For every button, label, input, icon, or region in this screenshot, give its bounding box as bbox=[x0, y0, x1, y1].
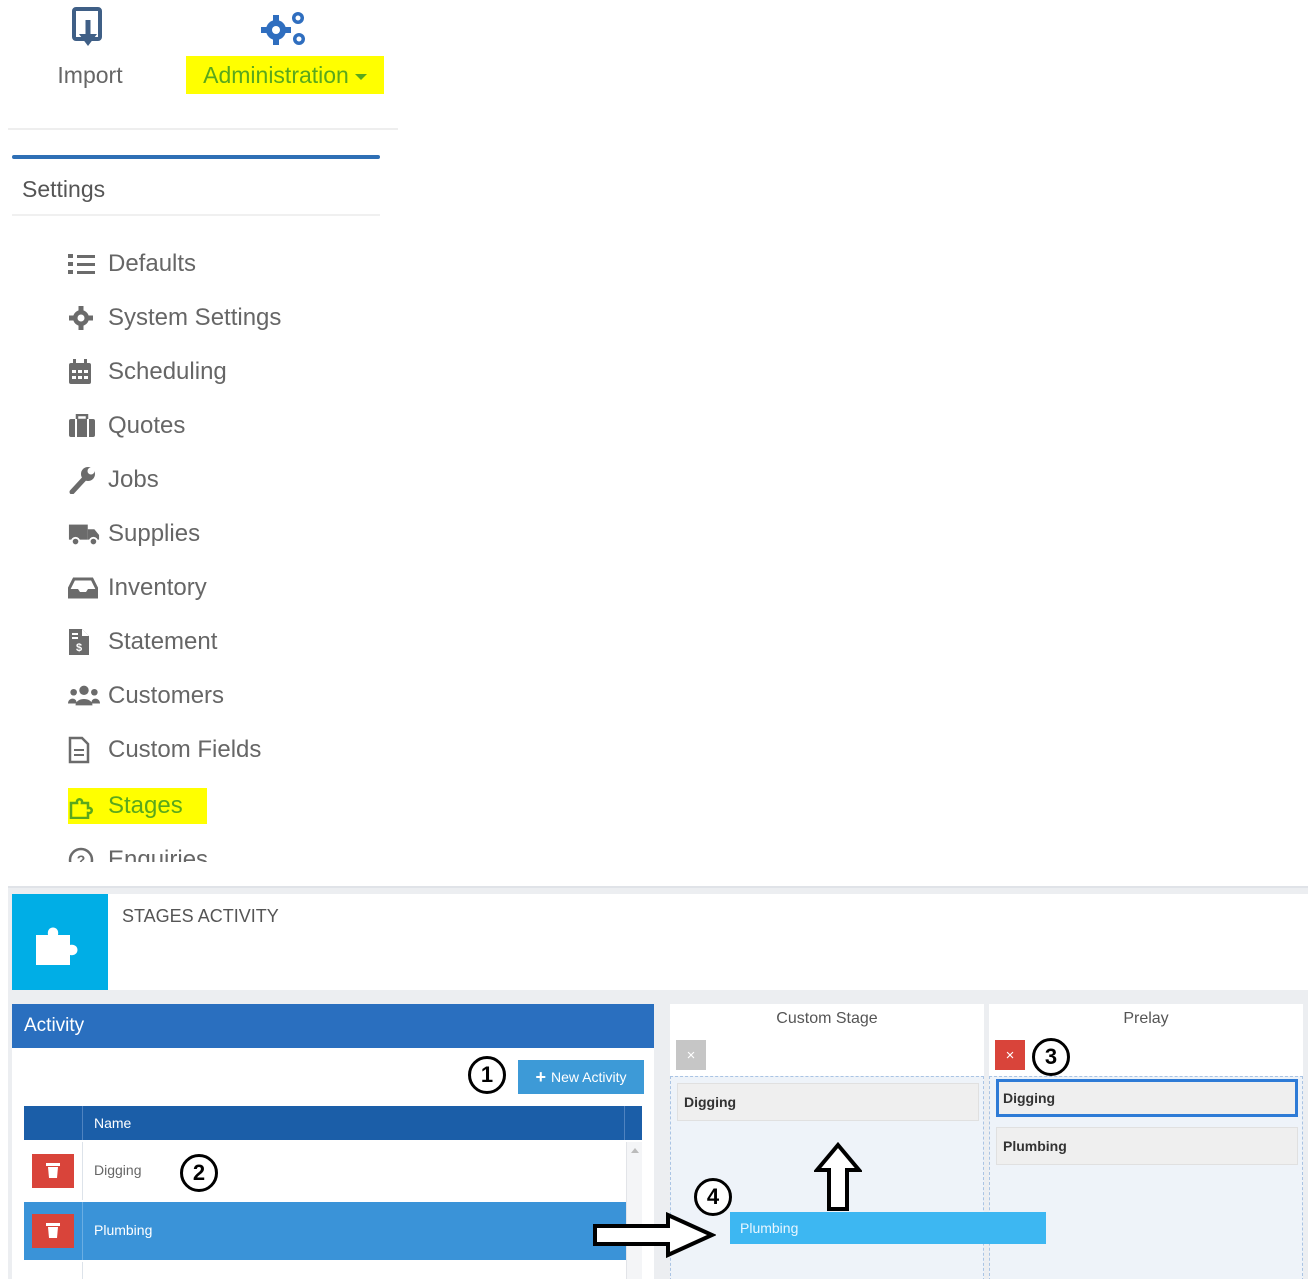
wrench-icon bbox=[68, 466, 100, 494]
caret-down-icon bbox=[354, 73, 367, 80]
calendar-icon bbox=[68, 358, 100, 386]
remove-stage-button[interactable]: × bbox=[676, 1040, 706, 1070]
menu-item-label: Statement bbox=[108, 628, 218, 655]
stage-activity-chip-selected[interactable]: Digging bbox=[996, 1079, 1298, 1117]
svg-text:$: $ bbox=[76, 642, 82, 654]
list-check-icon bbox=[68, 250, 100, 278]
administration-label[interactable]: Administration bbox=[186, 56, 384, 94]
inbox-icon bbox=[68, 574, 100, 602]
menu-item-enquiries[interactable]: ? Enquiries bbox=[68, 840, 208, 862]
vertical-scrollbar[interactable] bbox=[626, 1142, 642, 1279]
menu-item-label: Scheduling bbox=[108, 358, 227, 385]
question-circle-icon: ? bbox=[68, 846, 100, 862]
truck-icon bbox=[68, 520, 100, 548]
delete-button[interactable] bbox=[32, 1214, 74, 1248]
file-icon bbox=[68, 736, 100, 764]
stage-column-title: Custom Stage bbox=[670, 1004, 984, 1034]
menu-item-label: Quotes bbox=[108, 412, 186, 439]
gear-icon bbox=[68, 304, 100, 332]
drag-ghost-item[interactable]: Plumbing bbox=[730, 1212, 1046, 1244]
menu-item-label: Defaults bbox=[108, 250, 197, 277]
puzzle-icon bbox=[12, 894, 108, 990]
divider bbox=[12, 214, 380, 216]
remove-stage-button[interactable]: × bbox=[995, 1040, 1025, 1070]
menu-item-statement[interactable]: $ Statement bbox=[68, 622, 217, 662]
menu-item-stages[interactable]: Stages bbox=[68, 788, 207, 824]
stage-toolbar: × bbox=[670, 1034, 984, 1076]
menu-item-supplies[interactable]: Supplies bbox=[68, 514, 200, 554]
activity-heading: Activity bbox=[12, 1004, 654, 1048]
settings-title: Settings bbox=[22, 176, 106, 202]
menu-item-label: Stages bbox=[108, 792, 183, 819]
table-row-selected[interactable]: Plumbing bbox=[24, 1202, 626, 1260]
menu-item-label: Jobs bbox=[108, 466, 159, 493]
page-header: STAGES ACTIVITY bbox=[12, 894, 1308, 990]
trash-icon bbox=[46, 1162, 60, 1181]
annotation-marker-1: 1 bbox=[468, 1056, 506, 1094]
menu-item-scheduling[interactable]: Scheduling bbox=[68, 352, 227, 392]
administration-menu[interactable]: Administration bbox=[186, 6, 384, 94]
menu-item-label: Inventory bbox=[108, 574, 207, 601]
stage-column-title: Prelay bbox=[989, 1004, 1303, 1034]
column-divider bbox=[82, 1202, 83, 1260]
scrollbar-header bbox=[624, 1106, 642, 1140]
column-divider bbox=[82, 1106, 83, 1140]
menu-item-jobs[interactable]: Jobs bbox=[68, 460, 159, 500]
annotation-marker-4: 4 bbox=[694, 1178, 732, 1216]
table-row bbox=[24, 1262, 626, 1279]
table-header: Name bbox=[24, 1106, 642, 1140]
menu-item-custom-fields[interactable]: Custom Fields bbox=[68, 730, 261, 770]
menu-item-label: System Settings bbox=[108, 304, 282, 331]
column-divider bbox=[82, 1142, 83, 1200]
menu-item-defaults[interactable]: Defaults bbox=[68, 244, 196, 284]
activity-name: Digging bbox=[94, 1162, 142, 1178]
menu-item-quotes[interactable]: Quotes bbox=[68, 406, 185, 446]
svg-text:?: ? bbox=[77, 852, 86, 862]
right-arrow-icon bbox=[593, 1212, 716, 1258]
activity-name: Plumbing bbox=[94, 1222, 153, 1238]
divider bbox=[8, 128, 398, 130]
stage-activity-chip[interactable]: Plumbing bbox=[996, 1127, 1298, 1165]
stages-activity-panel: STAGES ACTIVITY Activity + New Activity N… bbox=[8, 886, 1308, 1279]
new-activity-button[interactable]: + New Activity bbox=[518, 1060, 644, 1094]
annotation-marker-3: 3 bbox=[1032, 1038, 1070, 1076]
import-icon bbox=[40, 6, 140, 52]
settings-accent-bar bbox=[12, 155, 380, 159]
menu-item-label: Supplies bbox=[108, 520, 201, 547]
stage-drop-zone[interactable]: Digging Plumbing bbox=[989, 1076, 1303, 1279]
column-divider bbox=[82, 1262, 83, 1279]
scroll-up-icon[interactable] bbox=[631, 1148, 639, 1153]
menu-item-inventory[interactable]: Inventory bbox=[68, 568, 207, 608]
import-tool[interactable]: Import bbox=[40, 6, 140, 88]
up-arrow-icon bbox=[814, 1142, 862, 1211]
puzzle-icon bbox=[68, 792, 100, 820]
file-invoice-icon: $ bbox=[68, 628, 100, 656]
cogs-icon bbox=[186, 6, 384, 50]
menu-item-label: Customers bbox=[108, 682, 225, 709]
trash-icon bbox=[46, 1222, 60, 1241]
menu-item-system-settings[interactable]: System Settings bbox=[68, 298, 281, 338]
delete-button[interactable] bbox=[32, 1154, 74, 1188]
import-label: Import bbox=[57, 62, 123, 88]
briefcase-icon bbox=[68, 412, 100, 440]
annotation-marker-2: 2 bbox=[180, 1154, 218, 1192]
stage-activity-chip[interactable]: Digging bbox=[677, 1083, 979, 1121]
plus-icon: + bbox=[535, 1066, 547, 1087]
settings-menu: Defaults System Settings Scheduling Quot… bbox=[68, 244, 368, 862]
users-icon bbox=[68, 682, 100, 710]
column-header-name[interactable]: Name bbox=[94, 1115, 131, 1131]
menu-item-customers[interactable]: Customers bbox=[68, 676, 224, 716]
table-row[interactable]: Digging bbox=[24, 1142, 626, 1200]
activity-panel: Activity + New Activity Name Digging Plum… bbox=[12, 1004, 654, 1279]
menu-item-label: Enquiries bbox=[108, 846, 209, 862]
menu-item-label: Custom Fields bbox=[108, 736, 262, 763]
page-title: STAGES ACTIVITY bbox=[122, 906, 279, 926]
